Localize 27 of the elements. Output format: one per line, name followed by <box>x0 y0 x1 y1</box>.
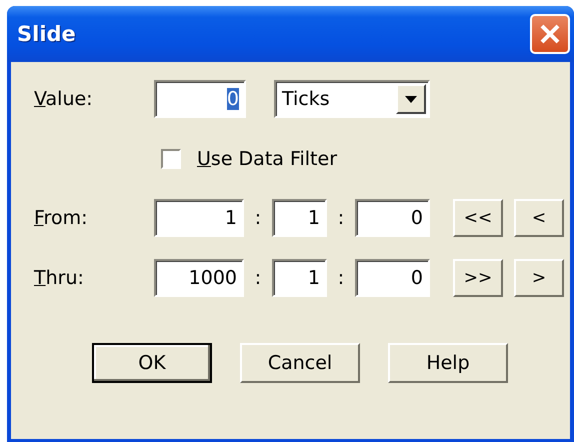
number-field[interactable]: 1000 <box>154 259 244 297</box>
number-field[interactable]: 0 <box>355 259 430 297</box>
close-button[interactable] <box>530 14 570 54</box>
number-field[interactable]: 1 <box>272 199 327 237</box>
colon-separator: : <box>254 267 262 289</box>
filter-checkbox[interactable] <box>161 149 181 169</box>
step-button[interactable]: << <box>453 199 503 237</box>
step-button[interactable]: > <box>514 259 564 297</box>
close-icon <box>539 23 561 45</box>
colon-separator: : <box>336 267 346 289</box>
dialog-button[interactable]: OK <box>92 343 212 383</box>
value-label: Value: <box>34 88 94 110</box>
value-field[interactable]: 0 <box>154 80 246 118</box>
range-label: Thru: <box>34 267 85 289</box>
step-button[interactable]: < <box>514 199 564 237</box>
number-field[interactable]: 1 <box>154 199 244 237</box>
step-button[interactable]: >> <box>453 259 503 297</box>
colon-separator: : <box>336 207 346 229</box>
filter-label[interactable]: Use Data Filter <box>197 148 338 170</box>
range-label: From: <box>34 207 88 229</box>
number-field[interactable]: 1 <box>272 259 327 297</box>
dialog-button[interactable]: Cancel <box>240 343 360 383</box>
dialog-button[interactable]: Help <box>388 343 508 383</box>
unit-dropdown[interactable]: Ticks <box>274 80 430 118</box>
colon-separator: : <box>254 207 262 229</box>
window-title: Slide <box>17 22 76 46</box>
number-field[interactable]: 0 <box>355 199 430 237</box>
